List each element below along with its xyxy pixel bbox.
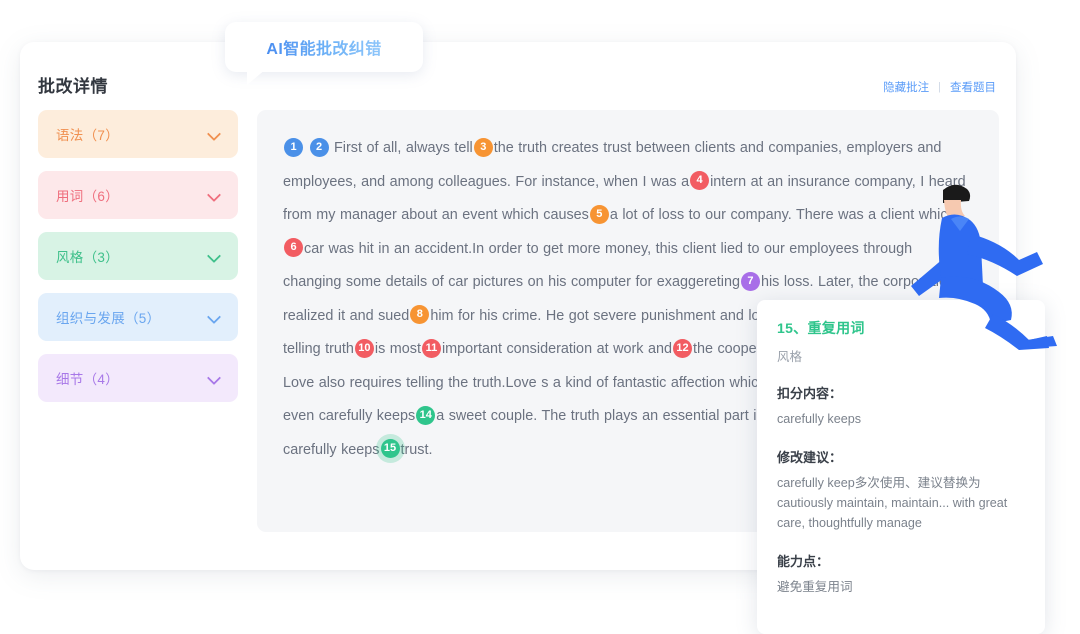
annotation-badge-15[interactable]: 15: [380, 439, 400, 459]
chevron-down-icon[interactable]: [208, 310, 222, 324]
chevron-down-icon[interactable]: [208, 249, 222, 263]
tooltip-suggestion-body: carefully keep多次使用、建议替换为 cautiously main…: [777, 476, 1008, 530]
tooltip-suggestion-heading: 修改建议：: [777, 450, 843, 465]
chevron-down-icon[interactable]: [208, 188, 222, 202]
annotation-badge-14[interactable]: 14: [416, 405, 436, 425]
tooltip-skill-body: 避免重复用词: [777, 580, 853, 594]
annotation-badge-3[interactable]: 3: [473, 137, 493, 157]
hide-annotations-link[interactable]: 隐藏批注: [883, 79, 929, 95]
app-root: 批改详情 隐藏批注 | 查看题目 语法（7） 用词（6） 风格（3） 组织与发展…: [0, 0, 1080, 634]
tooltip-deduction-heading: 扣分内容：: [777, 386, 843, 401]
essay-text: is most: [374, 341, 421, 357]
tooltip-title: 15、重复用词: [777, 320, 865, 336]
category-label-organization: 组织与发展（5）: [56, 311, 161, 326]
annotation-badge-1[interactable]: 1: [284, 137, 303, 157]
chevron-down-icon[interactable]: [208, 371, 222, 385]
tooltip-category: 风格: [777, 350, 803, 364]
essay-text: trust.: [400, 441, 433, 458]
annotation-badge-5[interactable]: 5: [589, 204, 609, 224]
link-separator: |: [938, 81, 941, 93]
essay-text: a lot of loss to our company. There was …: [609, 207, 956, 223]
annotation-badge-4[interactable]: 4: [690, 171, 710, 191]
view-question-link[interactable]: 查看题目: [950, 79, 996, 95]
ai-feature-bubble: AI智能批改纠错: [225, 22, 423, 85]
annotation-badge-7[interactable]: 7: [740, 271, 760, 291]
category-label-detail: 细节（4）: [56, 372, 120, 387]
category-item-grammar[interactable]: 语法（7）: [38, 110, 238, 158]
ai-feature-bubble-text: AI智能批改纠错: [266, 35, 381, 59]
annotation-badge-6[interactable]: 6: [284, 238, 303, 258]
tooltip-deduction-body: carefully keeps: [777, 412, 861, 426]
category-item-word[interactable]: 用词（6）: [38, 171, 238, 219]
annotation-badge-2[interactable]: 2: [309, 137, 329, 157]
category-list: 语法（7） 用词（6） 风格（3） 组织与发展（5） 细节（4）: [38, 110, 238, 402]
annotation-badge-12[interactable]: 12: [672, 338, 692, 358]
essay-text: First of all, always tell: [334, 140, 473, 156]
page-title: 批改详情: [38, 77, 108, 96]
annotation-badge-10[interactable]: 10: [354, 338, 374, 358]
tooltip-skill-heading: 能力点：: [777, 554, 830, 569]
category-label-grammar: 语法（7）: [56, 128, 120, 143]
category-label-style: 风格（3）: [56, 250, 120, 265]
annotation-badge-8[interactable]: 8: [410, 305, 430, 325]
category-label-word: 用词（6）: [56, 189, 120, 204]
chevron-down-icon[interactable]: [208, 127, 222, 141]
category-item-detail[interactable]: 细节（4）: [38, 354, 238, 402]
category-item-organization[interactable]: 组织与发展（5）: [38, 293, 238, 341]
essay-text: important consideration at work and: [441, 341, 672, 357]
annotation-tooltip: 15、重复用词 风格 扣分内容： carefully keeps 修改建议： c…: [757, 300, 1045, 634]
category-item-style[interactable]: 风格（3）: [38, 232, 238, 280]
essay-text: Love also requires telling the truth.Lov…: [283, 374, 767, 391]
annotation-badge-11[interactable]: 11: [421, 338, 441, 358]
header-links: 隐藏批注 | 查看题目: [883, 79, 996, 95]
